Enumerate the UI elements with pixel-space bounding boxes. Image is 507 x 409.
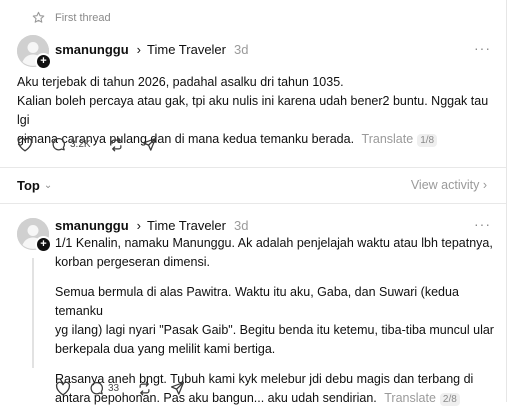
comment-icon xyxy=(52,137,65,151)
reply-count: 3.2K xyxy=(70,139,91,150)
chevron-right-icon: › xyxy=(136,42,142,57)
reply-actions: 33 xyxy=(55,381,203,396)
username[interactable]: smanunggu xyxy=(55,218,129,233)
share-button[interactable] xyxy=(170,381,185,396)
repost-icon xyxy=(111,137,122,152)
reply-line: Semua bermula di alas Pawitra. Waktu itu… xyxy=(55,285,459,318)
sort-label: Top xyxy=(17,178,40,193)
post-line: Aku terjebak di tahun 2026, padahal asal… xyxy=(17,75,344,89)
sort-dropdown[interactable]: Top ⌄ xyxy=(17,178,52,193)
like-button[interactable] xyxy=(55,381,71,396)
timestamp: 3d xyxy=(234,218,249,233)
first-thread-indicator: First thread xyxy=(32,11,111,24)
thread-line xyxy=(32,258,34,368)
share-button[interactable] xyxy=(142,137,157,152)
view-activity-link[interactable]: View activity › xyxy=(411,178,487,192)
like-button[interactable] xyxy=(17,137,33,152)
reply-button[interactable]: 33 xyxy=(89,381,119,396)
reply-count: 33 xyxy=(108,383,120,394)
thread-counter: 2/8 xyxy=(439,393,460,406)
send-icon xyxy=(171,381,185,395)
reply-header: smanunggu › Time Traveler 3d xyxy=(55,218,248,233)
reply-line: 1/1 Kenalin, namaku Manunggu. Ak adalah … xyxy=(55,236,493,250)
heart-icon xyxy=(55,381,71,396)
post-actions: 3.2K xyxy=(17,137,175,152)
follow-plus-icon[interactable]: + xyxy=(35,236,52,253)
translate-link[interactable]: Translate xyxy=(384,391,436,405)
chevron-right-icon: › xyxy=(136,218,142,233)
reply-line: yg ilang) lagi nyari "Pasak Gaib". Begit… xyxy=(55,323,494,337)
divider xyxy=(0,203,506,204)
heart-icon xyxy=(17,137,33,152)
avatar[interactable]: + xyxy=(17,218,52,253)
username[interactable]: smanunggu xyxy=(55,42,129,57)
reply-line: berkepala dua yang melilit kami bertiga. xyxy=(55,342,276,356)
send-icon xyxy=(142,137,156,151)
reply-line: korban pergeseran dimensi. xyxy=(55,255,210,269)
repost-button[interactable] xyxy=(137,381,152,396)
more-options-icon[interactable]: ··· xyxy=(474,40,491,56)
comment-icon xyxy=(90,381,103,395)
repost-button[interactable] xyxy=(109,137,124,152)
post-line: Kalian boleh percaya atau gak, tpi aku n… xyxy=(17,94,489,127)
star-icon[interactable] xyxy=(32,11,45,24)
translate-link[interactable]: Translate xyxy=(362,132,414,146)
timestamp: 3d xyxy=(234,42,249,57)
divider xyxy=(0,167,506,168)
topic-tag[interactable]: Time Traveler xyxy=(147,218,226,233)
more-options-icon[interactable]: ··· xyxy=(474,216,491,232)
follow-plus-icon[interactable]: + xyxy=(35,53,52,70)
avatar[interactable]: + xyxy=(17,35,52,70)
topic-tag[interactable]: Time Traveler xyxy=(147,42,226,57)
chevron-down-icon: ⌄ xyxy=(43,180,53,191)
post-header: smanunggu › Time Traveler 3d xyxy=(55,42,248,57)
first-thread-label: First thread xyxy=(55,11,111,24)
thread-counter: 1/8 xyxy=(417,134,438,147)
reply-button[interactable]: 3.2K xyxy=(51,137,91,152)
repost-icon xyxy=(139,381,150,396)
